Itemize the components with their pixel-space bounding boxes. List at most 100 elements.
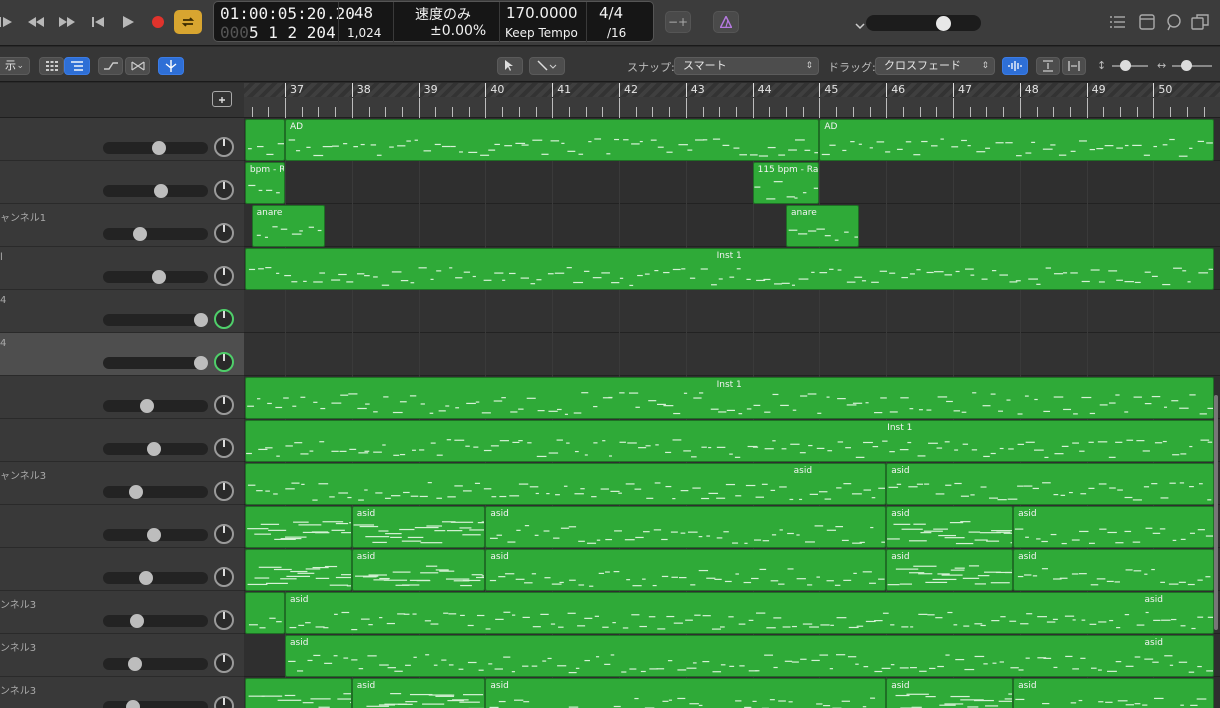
notepad-icon[interactable] <box>1137 13 1157 31</box>
midi-region[interactable] <box>244 592 285 634</box>
midi-region[interactable]: AD <box>285 119 820 161</box>
volume-knob[interactable] <box>127 657 142 671</box>
vertical-fit-button[interactable] <box>1036 57 1060 75</box>
midi-region[interactable]: asid <box>351 506 486 548</box>
midi-region[interactable]: asid <box>485 549 887 591</box>
pan-knob[interactable] <box>214 223 234 243</box>
automation-button[interactable] <box>98 57 123 75</box>
pencil-tool-menu[interactable] <box>529 57 565 75</box>
drag-mode-select[interactable]: クロスフェード ⇕ <box>875 57 995 75</box>
volume-knob[interactable] <box>194 356 209 370</box>
midi-region[interactable]: asid <box>1013 549 1214 591</box>
track-header[interactable]: ンネル3 <box>0 634 244 677</box>
midi-region[interactable]: asid <box>485 678 887 708</box>
volume-knob[interactable] <box>147 528 162 542</box>
midi-region[interactable]: bpm - Rai <box>244 162 285 204</box>
bar-ruler[interactable]: 37 38 39 40 41 42 43 44 45 46 47 48 49 50 <box>244 83 1220 118</box>
midi-region[interactable]: asid <box>886 506 1014 548</box>
volume-slider[interactable] <box>103 572 208 584</box>
track-lane[interactable] <box>244 204 1220 247</box>
lcd-display[interactable]: 01:00:05:20.20 000 5 1 2 204 48 1,024 速度… <box>213 1 865 43</box>
track-header[interactable]: 4 <box>0 290 244 333</box>
media-browser-icon[interactable] <box>1190 13 1210 31</box>
horizontal-fit-button[interactable] <box>1062 57 1086 75</box>
metronome-button[interactable] <box>713 11 739 33</box>
volume-slider[interactable] <box>103 400 208 412</box>
pan-knob[interactable] <box>214 180 234 200</box>
midi-region[interactable] <box>244 119 285 161</box>
vertical-scrollbar[interactable] <box>1214 395 1218 630</box>
volume-knob[interactable] <box>152 270 166 284</box>
volume-slider[interactable] <box>103 357 208 369</box>
pan-knob[interactable] <box>214 309 234 329</box>
add-track-button[interactable] <box>212 91 232 107</box>
track-header[interactable] <box>0 118 244 161</box>
midi-region[interactable]: asid asid <box>285 635 1214 677</box>
loop-browser-icon[interactable] <box>1164 13 1184 31</box>
volume-knob[interactable] <box>125 700 140 708</box>
midi-region[interactable]: asid <box>1013 506 1214 548</box>
midi-region[interactable] <box>244 506 352 548</box>
track-header[interactable] <box>0 505 244 548</box>
track-header[interactable] <box>0 161 244 204</box>
midi-region[interactable]: asid <box>351 678 486 708</box>
pan-knob[interactable] <box>214 481 234 501</box>
volume-slider[interactable] <box>103 615 208 627</box>
play-button[interactable] <box>117 12 139 32</box>
waveform-zoom-button[interactable] <box>1002 57 1028 75</box>
midi-region[interactable]: AD <box>819 119 1214 161</box>
pan-knob[interactable] <box>214 395 234 415</box>
volume-knob[interactable] <box>147 442 162 456</box>
volume-slider[interactable] <box>103 228 208 240</box>
record-button[interactable] <box>147 12 169 32</box>
volume-knob[interactable] <box>153 184 168 198</box>
pan-knob[interactable] <box>214 266 234 286</box>
midi-region[interactable] <box>244 678 352 708</box>
pan-knob[interactable] <box>214 567 234 587</box>
pan-knob[interactable] <box>214 438 234 458</box>
midi-region[interactable]: anare <box>251 205 326 247</box>
fast-forward-button[interactable] <box>56 12 78 32</box>
midi-region[interactable]: 115 bpm - Rai <box>752 162 820 204</box>
track-header[interactable]: ンネル3 <box>0 677 244 708</box>
track-header[interactable] <box>0 548 244 591</box>
horizontal-zoom-slider[interactable] <box>1172 65 1212 67</box>
midi-region[interactable]: asid asid <box>285 592 1214 634</box>
cycle-button[interactable] <box>174 10 202 34</box>
track-header[interactable]: ンネル3 <box>0 591 244 634</box>
midi-region[interactable]: asid <box>1013 678 1214 708</box>
list-editors-icon[interactable] <box>1108 13 1128 31</box>
pan-knob[interactable] <box>214 524 234 544</box>
list-view-button[interactable] <box>64 57 90 75</box>
arrange-area[interactable]: AD AD bpm - Rai 115 bpm - Rai anare anare Inst… <box>244 118 1220 708</box>
pan-knob[interactable] <box>214 352 234 372</box>
pan-knob[interactable] <box>214 653 234 673</box>
vertical-zoom-knob[interactable] <box>1120 60 1131 71</box>
view-menu[interactable]: 示 ⌄ <box>0 57 30 75</box>
pan-knob[interactable] <box>214 137 234 157</box>
midi-region[interactable] <box>244 549 352 591</box>
grid-view-button[interactable] <box>39 57 64 75</box>
midi-region[interactable]: asid <box>244 463 887 505</box>
track-lane[interactable] <box>244 290 1220 333</box>
midi-region[interactable]: asid <box>886 549 1014 591</box>
track-header[interactable] <box>0 376 244 419</box>
volume-slider[interactable] <box>103 314 208 326</box>
master-volume-slider[interactable] <box>866 15 981 31</box>
track-header[interactable]: ャンネル1 <box>0 204 244 247</box>
track-header[interactable]: ャンネル3 <box>0 462 244 505</box>
go-to-beginning-button[interactable] <box>87 12 109 32</box>
flex-button[interactable] <box>125 57 150 75</box>
volume-knob[interactable] <box>194 313 209 327</box>
track-lane[interactable] <box>244 161 1220 204</box>
pan-knob[interactable] <box>214 696 234 708</box>
pointer-tool-menu[interactable] <box>497 57 523 75</box>
cycle-area[interactable] <box>244 83 1220 97</box>
pan-knob[interactable] <box>214 610 234 630</box>
volume-slider[interactable] <box>103 486 208 498</box>
midi-region[interactable]: asid <box>886 463 1214 505</box>
midi-region[interactable]: anare <box>786 205 860 247</box>
midi-region[interactable]: asid <box>485 506 887 548</box>
midi-region[interactable]: asid <box>886 678 1014 708</box>
volume-slider[interactable] <box>103 658 208 670</box>
